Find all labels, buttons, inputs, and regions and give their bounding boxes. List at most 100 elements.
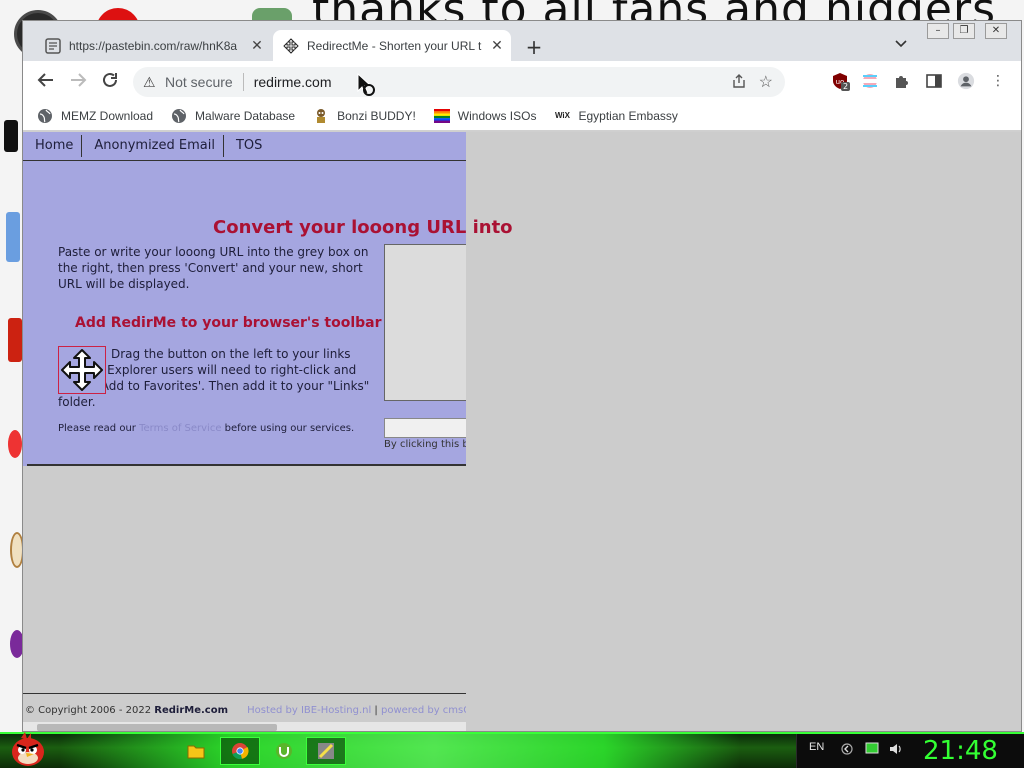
page-heading: Convert your looong URL into bbox=[213, 217, 513, 238]
terms-link[interactable]: Terms of Service bbox=[139, 423, 221, 434]
minimize-button[interactable]: – bbox=[927, 23, 949, 39]
bookmarks-bar: MEMZ Download Malware Database Bonzi BUD… bbox=[23, 101, 1021, 131]
globe-icon bbox=[37, 108, 53, 124]
redirme-site: Home Anonymized Email TOS Convert your l… bbox=[23, 132, 513, 731]
taskbar-explorer[interactable] bbox=[176, 737, 216, 765]
footer-brand: RedirMe.com bbox=[154, 705, 229, 716]
bookmark-malware-database[interactable]: Malware Database bbox=[171, 108, 295, 124]
utorrent-icon bbox=[276, 743, 292, 759]
language-indicator[interactable]: EN bbox=[809, 741, 824, 753]
footer-hosted-link[interactable]: Hosted by IBE-Hosting.nl bbox=[247, 705, 371, 716]
taskbar-glow bbox=[60, 734, 740, 768]
folder-icon bbox=[187, 745, 205, 759]
start-button[interactable] bbox=[6, 730, 50, 768]
taskbar-utorrent[interactable] bbox=[264, 737, 304, 765]
security-label[interactable]: Not secure bbox=[165, 74, 233, 90]
bookmark-label: Malware Database bbox=[195, 108, 296, 123]
side-panel-icon[interactable] bbox=[925, 72, 943, 90]
tab-strip: https://pastebin.com/raw/hnK8a ✕ Redirec… bbox=[23, 21, 1021, 61]
site-footer: © Copyright 2006 - 2022 RedirMe.com Host… bbox=[25, 705, 466, 716]
divider bbox=[242, 73, 244, 91]
new-tab-icon[interactable]: + bbox=[523, 35, 545, 59]
rainbow-flag-icon bbox=[433, 108, 450, 124]
scrollbar-thumb[interactable] bbox=[37, 724, 277, 731]
drag-bookmarklet-button[interactable] bbox=[58, 346, 106, 394]
system-tray: EN 21:48 bbox=[796, 734, 1024, 768]
desktop-icon[interactable] bbox=[8, 318, 22, 362]
disclaimer-text: By clicking this bu bbox=[384, 439, 466, 450]
mouse-cursor-icon bbox=[357, 72, 381, 103]
extension-icon[interactable] bbox=[861, 72, 879, 90]
tab-pastebin[interactable]: https://pastebin.com/raw/hnK8a ✕ bbox=[35, 30, 271, 61]
ublock-icon[interactable]: uo 2 bbox=[831, 72, 851, 91]
clock[interactable]: 21:48 bbox=[923, 736, 998, 766]
taskbar-chrome[interactable] bbox=[220, 737, 260, 765]
bookmark-egyptian-embassy[interactable]: WiX Egyptian Embassy bbox=[554, 108, 678, 124]
close-window-button[interactable]: ✕ bbox=[985, 23, 1007, 39]
bookmark-label: Egyptian Embassy bbox=[578, 108, 678, 123]
move-arrows-icon bbox=[283, 37, 299, 54]
battery-icon[interactable] bbox=[865, 742, 879, 757]
chevron-down-icon[interactable] bbox=[895, 37, 907, 51]
reload-icon[interactable] bbox=[99, 71, 121, 94]
tab-title: RedirectMe - Shorten your URL t bbox=[307, 38, 482, 53]
bonzi-icon bbox=[313, 108, 329, 124]
divider bbox=[23, 693, 466, 694]
drag-instructions: Drag the button on the left to your link… bbox=[58, 347, 370, 409]
angry-bird-icon bbox=[12, 732, 44, 766]
desktop-icon[interactable] bbox=[8, 430, 22, 458]
intro-text: Paste or write your looong URL into the … bbox=[58, 245, 369, 291]
menu-home[interactable]: Home bbox=[23, 135, 81, 157]
footer-separator: | bbox=[371, 705, 381, 716]
horizontal-scrollbar[interactable] bbox=[23, 722, 466, 731]
desktop-icon[interactable] bbox=[4, 120, 18, 152]
taskbar: EN 21:48 bbox=[0, 732, 1024, 768]
menu-anonymized-email[interactable]: Anonymized Email bbox=[82, 135, 223, 157]
puzzle-icon[interactable] bbox=[893, 72, 911, 90]
taskbar-app[interactable] bbox=[306, 737, 346, 765]
site-menu: Home Anonymized Email TOS bbox=[23, 132, 466, 161]
close-tab-icon[interactable]: ✕ bbox=[487, 37, 507, 54]
bookmark-label: Windows ISOs bbox=[457, 108, 537, 123]
bookmark-memz[interactable]: MEMZ Download bbox=[37, 108, 153, 124]
profile-icon[interactable] bbox=[957, 72, 975, 90]
app-icon bbox=[318, 743, 334, 759]
bookmark-bonzi-buddy[interactable]: Bonzi BUDDY! bbox=[313, 108, 416, 124]
address-bar[interactable]: ⚠ Not secure redirme.com ☆ bbox=[133, 67, 785, 97]
short-url-field[interactable] bbox=[384, 418, 466, 438]
toolbar-heading: Add RedirMe to your browser's toolbar bbox=[75, 315, 382, 331]
pastebin-icon bbox=[45, 37, 61, 54]
back-icon[interactable] bbox=[35, 71, 57, 94]
close-tab-icon[interactable]: ✕ bbox=[247, 37, 267, 54]
divider bbox=[27, 464, 466, 466]
forward-icon[interactable] bbox=[67, 71, 89, 94]
tray-arrow-icon[interactable] bbox=[841, 742, 853, 759]
desktop-icon[interactable] bbox=[6, 212, 20, 262]
warning-icon[interactable]: ⚠ bbox=[143, 74, 159, 91]
long-url-textarea[interactable] bbox=[384, 244, 466, 401]
terms-suffix: before using our services. bbox=[221, 423, 355, 434]
bookmark-label: Bonzi BUDDY! bbox=[337, 108, 416, 123]
move-arrows-icon bbox=[61, 349, 103, 391]
terms-prefix: Please read our bbox=[58, 423, 140, 434]
bookmark-star-icon[interactable]: ☆ bbox=[759, 72, 773, 92]
chrome-icon bbox=[232, 743, 249, 760]
menu-tos[interactable]: TOS bbox=[224, 135, 270, 157]
terms-notice: Please read our Terms of Service before … bbox=[58, 423, 354, 434]
browser-window: https://pastebin.com/raw/hnK8a ✕ Redirec… bbox=[22, 20, 1022, 732]
tab-redirectme[interactable]: RedirectMe - Shorten your URL t ✕ bbox=[273, 30, 511, 61]
url-text[interactable]: redirme.com bbox=[254, 74, 332, 90]
volume-icon[interactable] bbox=[889, 742, 903, 759]
maximize-button[interactable]: ❐ bbox=[953, 23, 975, 39]
globe-icon bbox=[171, 108, 187, 124]
share-icon[interactable] bbox=[731, 73, 747, 92]
page-viewport: Home Anonymized Email TOS Convert your l… bbox=[23, 132, 1021, 731]
site-content-area: Home Anonymized Email TOS Convert your l… bbox=[23, 132, 513, 466]
footer-powered-link[interactable]: powered by cmsGear bbox=[381, 705, 466, 716]
wix-icon: WiX bbox=[554, 111, 570, 120]
footer-copyright: © Copyright 2006 - 2022 bbox=[25, 705, 155, 716]
toolbar: ⚠ Not secure redirme.com ☆ uo 2 ⋮ bbox=[23, 61, 1021, 101]
tab-title: https://pastebin.com/raw/hnK8a bbox=[69, 38, 238, 53]
more-menu-icon[interactable]: ⋮ bbox=[989, 72, 1007, 90]
bookmark-windows-isos[interactable]: Windows ISOs bbox=[433, 108, 537, 124]
